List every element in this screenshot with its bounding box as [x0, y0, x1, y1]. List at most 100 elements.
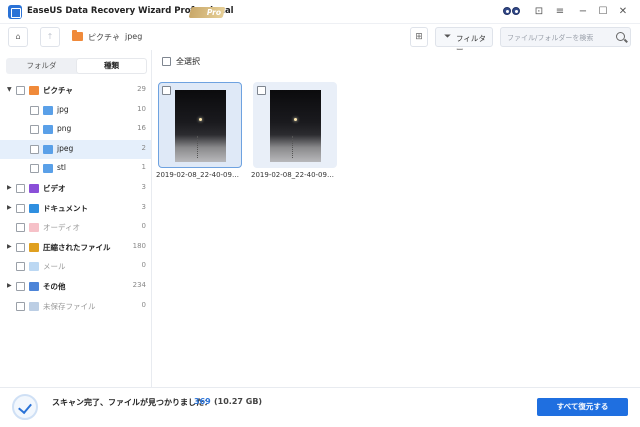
file-area: 全選択 2019-02-08_22-40-09… 2019-02-08_22-4…: [152, 50, 640, 387]
file-name: 2019-02-08_22-40-09…: [251, 171, 334, 179]
tree-item[interactable]: ▶ ビデオ 3: [0, 179, 151, 198]
tree-item[interactable]: オーディオ 0: [0, 218, 151, 237]
up-button[interactable]: ↑: [40, 27, 60, 47]
tree-item[interactable]: ▶ ドキュメント 3: [0, 199, 151, 218]
tree-checkbox[interactable]: [16, 301, 25, 311]
breadcrumb-jpeg[interactable]: jpeg: [125, 32, 142, 41]
tree-item-label: ピクチャ: [43, 86, 73, 95]
tree-item-count: 0: [141, 300, 146, 309]
title-bar: EaseUS Data Recovery Wizard Professional…: [0, 0, 640, 24]
home-icon: ⌂: [15, 32, 21, 41]
audio-icon: [29, 223, 39, 233]
minimize-icon[interactable]: −: [575, 4, 591, 20]
tree-item-count: 16: [137, 124, 146, 133]
file-checkbox[interactable]: [257, 86, 266, 95]
close-icon[interactable]: ✕: [615, 4, 631, 20]
tree-item[interactable]: stl 1: [0, 159, 151, 178]
tree-checkbox[interactable]: [16, 262, 25, 272]
document-icon: [29, 203, 39, 213]
mail-icon: [29, 262, 39, 272]
select-all-checkbox[interactable]: [162, 57, 171, 66]
chevron-right-icon: ›: [115, 31, 119, 41]
tree-item-label: ビデオ: [43, 184, 66, 193]
scan-complete-check-icon: [12, 394, 38, 420]
folder-icon: [43, 105, 53, 115]
expand-right-icon[interactable]: ▶: [7, 184, 12, 191]
select-all-label: 全選択: [176, 57, 200, 66]
folder-icon: [43, 164, 53, 174]
tree-checkbox[interactable]: [30, 164, 39, 174]
tab-type[interactable]: 種類: [77, 59, 146, 73]
search-icon[interactable]: [616, 32, 625, 41]
file-thumbnail: [270, 90, 321, 162]
expand-right-icon[interactable]: ▶: [7, 243, 12, 250]
tree-item[interactable]: png 16: [0, 120, 151, 139]
pictures-folder-icon: [29, 86, 39, 95]
tree-item-label: オーディオ: [43, 223, 80, 233]
tree-checkbox[interactable]: [16, 86, 25, 95]
shirt-icon[interactable]: ⊡: [531, 4, 547, 20]
menu-icon[interactable]: ≡: [552, 4, 568, 20]
tree-checkbox[interactable]: [16, 203, 25, 213]
expand-right-icon[interactable]: ▶: [7, 282, 12, 289]
search-input[interactable]: [507, 31, 612, 44]
view-toggle: フォルダ 種類: [6, 58, 147, 74]
status-bar: スキャン完了、ファイルが見つかりました： 369 (10.27 GB) すべて復…: [0, 387, 640, 427]
tree-item-count: 2: [141, 143, 146, 152]
tree-checkbox[interactable]: [30, 105, 39, 115]
file-checkbox[interactable]: [162, 86, 171, 95]
tree-item-count: 180: [132, 241, 146, 250]
tree-item-count: 234: [132, 281, 146, 289]
grid-view-button[interactable]: ⊞: [410, 27, 428, 47]
tree-checkbox[interactable]: [16, 184, 25, 193]
tree-item-label: stl: [57, 163, 66, 173]
tree-item[interactable]: メール 0: [0, 257, 151, 276]
tree-item-count: 10: [137, 104, 146, 113]
tab-folder[interactable]: フォルダ: [7, 59, 76, 73]
tree-item[interactable]: jpg 10: [0, 101, 151, 120]
tree-item-label: ドキュメント: [43, 203, 88, 213]
filter-icon: ⏷: [444, 32, 452, 42]
found-count: 369: [194, 397, 211, 406]
expand-down-icon[interactable]: ▼: [7, 86, 12, 93]
tree-item-count: 3: [141, 202, 146, 211]
archive-icon: [29, 242, 39, 252]
tree-item[interactable]: jpeg 2: [0, 139, 151, 159]
toolbar: ⌂ ↑ ピクチャ › jpeg ⊞ ⏷ フィルター: [0, 25, 640, 54]
recover-all-button[interactable]: すべて復元する: [537, 398, 628, 416]
tree-item[interactable]: 未保存ファイル 0: [0, 297, 151, 316]
found-size: (10.27 GB): [214, 397, 263, 406]
tree-item-label: 圧縮されたファイル: [43, 242, 111, 252]
tree-checkbox[interactable]: [30, 125, 39, 135]
tree-checkbox[interactable]: [16, 282, 25, 291]
filter-button[interactable]: ⏷ フィルター: [435, 27, 493, 54]
unsaved-file-icon: [29, 301, 39, 311]
tree-item-count: 1: [141, 163, 146, 172]
tree-checkbox[interactable]: [16, 223, 25, 233]
tree-checkbox[interactable]: [16, 242, 25, 252]
maximize-icon[interactable]: ☐: [595, 4, 611, 20]
tree-item[interactable]: ▼ ピクチャ 29: [0, 81, 151, 100]
tree-item-label: jpeg: [57, 143, 74, 153]
tree-item-label: メール: [43, 262, 66, 272]
grid-icon: ⊞: [415, 32, 423, 42]
tree-item-label: jpg: [57, 104, 69, 114]
folder-icon: [43, 125, 53, 135]
tree-item-count: 0: [141, 261, 146, 270]
tree-item[interactable]: ▶ 圧縮されたファイル 180: [0, 238, 151, 257]
pictures-folder-icon: [72, 30, 83, 41]
arrow-up-icon: ↑: [46, 32, 54, 41]
search-box: [500, 27, 631, 47]
folder-icon: [29, 282, 39, 291]
tree-item-label: その他: [43, 282, 66, 291]
tree-item-count: 3: [141, 183, 146, 191]
video-icon: [29, 184, 39, 193]
file-card[interactable]: [253, 82, 337, 168]
tree-item[interactable]: ▶ その他 234: [0, 277, 151, 296]
home-button[interactable]: ⌂: [8, 27, 28, 47]
mascot-icon[interactable]: [502, 3, 522, 21]
expand-right-icon[interactable]: ▶: [7, 204, 12, 211]
tree-checkbox[interactable]: [30, 144, 39, 154]
tree-item-label: png: [57, 124, 72, 134]
file-card[interactable]: [158, 82, 242, 168]
